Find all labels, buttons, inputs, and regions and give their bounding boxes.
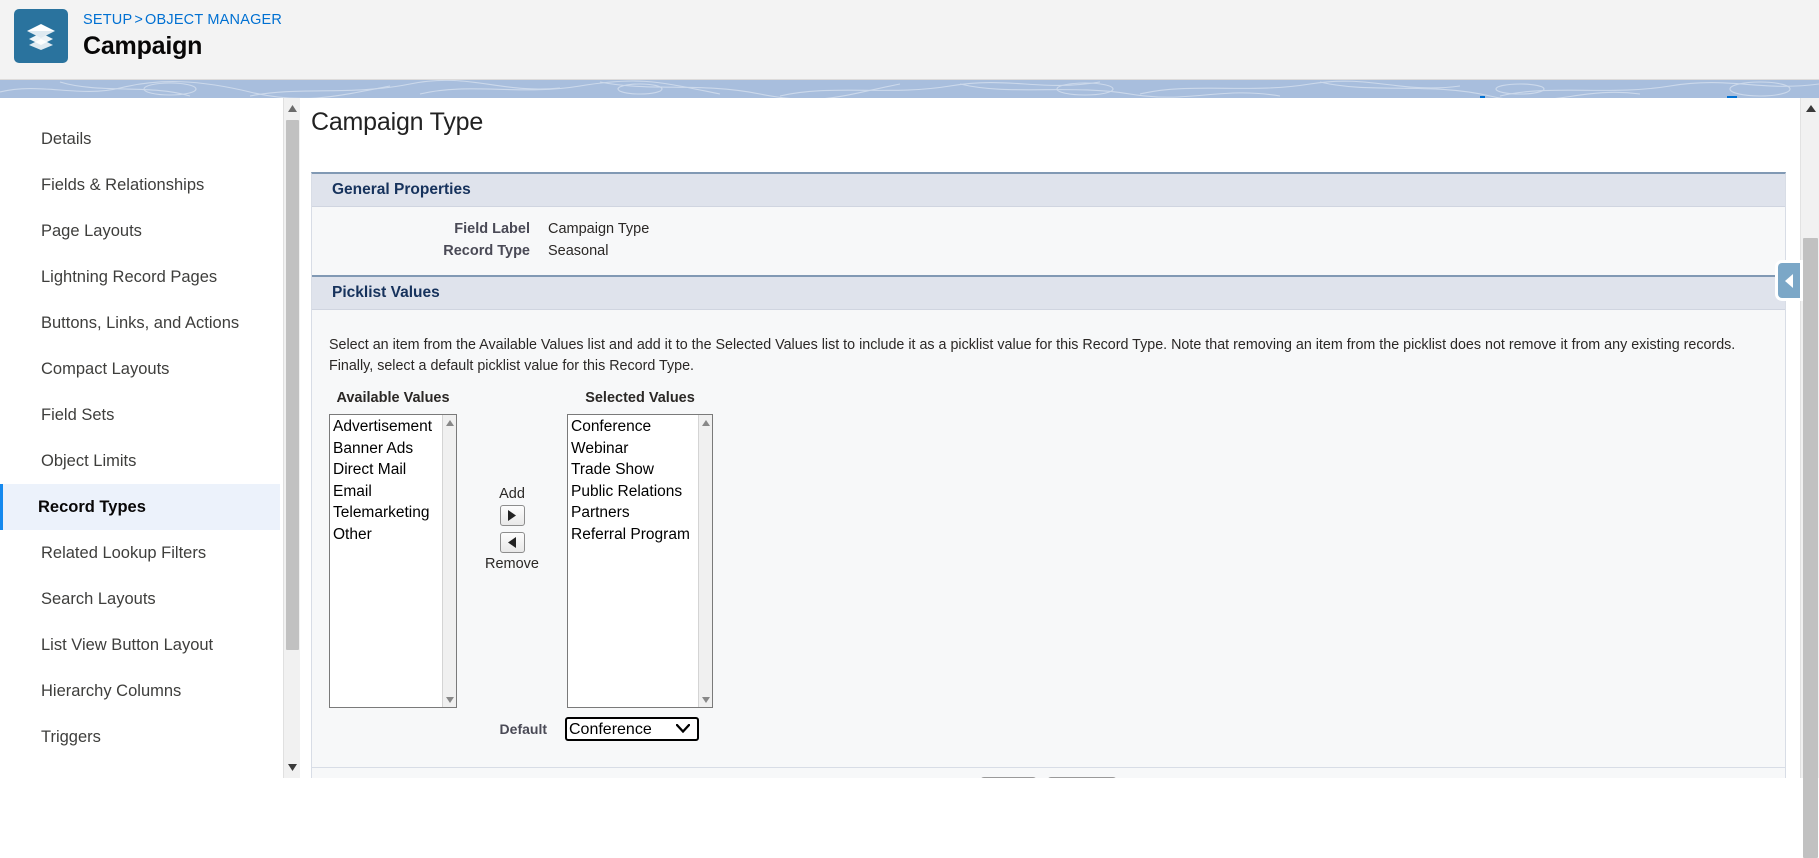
list-item[interactable]: Advertisement (332, 416, 456, 438)
list-item[interactable]: Other (332, 524, 456, 546)
list-item[interactable]: Direct Mail (332, 459, 456, 481)
object-manager-sidebar: Details Fields & Relationships Page Layo… (0, 98, 280, 778)
sidebar-item-buttons-links-and-actions[interactable]: Buttons, Links, and Actions (0, 300, 280, 346)
scrollbar-thumb[interactable] (286, 120, 299, 650)
remove-label: Remove (485, 556, 539, 573)
page-scrollbar[interactable] (1800, 98, 1819, 858)
sidebar-item-page-layouts[interactable]: Page Layouts (0, 208, 280, 254)
sidebar-item-fields-and-relationships[interactable]: Fields & Relationships (0, 162, 280, 208)
sidebar-item-label: Details (41, 129, 92, 148)
default-value-row: Default Conference Webinar Trade Show Pu… (312, 717, 1785, 742)
available-values-column: Available Values Advertisement Banner Ad… (329, 390, 457, 709)
arrow-left-icon (508, 537, 516, 549)
add-label: Add (499, 486, 525, 503)
sidebar-item-label: List View Button Layout (41, 635, 214, 654)
selected-values-options: Conference Webinar Trade Show Public Rel… (568, 415, 712, 545)
transfer-buttons: Add Remove (457, 390, 567, 572)
sidebar-item-label: Record Types (38, 497, 146, 516)
property-row: Field Label Campaign Type (312, 218, 1785, 240)
card-footer: Save Cancel (312, 767, 1785, 778)
sidebar-item-triggers[interactable]: Triggers (0, 714, 280, 760)
sidebar-item-compact-layouts[interactable]: Compact Layouts (0, 346, 280, 392)
remove-button[interactable] (499, 532, 525, 554)
property-row: Record Type Seasonal (312, 240, 1785, 262)
scroll-up-arrow-icon[interactable] (284, 100, 301, 117)
picklist-values-heading: Picklist Values (312, 275, 1785, 310)
default-label: Default (499, 721, 547, 738)
scroll-up-arrow-icon[interactable] (699, 416, 712, 429)
sidebar-item-label: Compact Layouts (41, 359, 170, 378)
section-title: Campaign Type (311, 108, 484, 136)
record-type-value: Seasonal (548, 243, 609, 259)
sidebar-item-label: Triggers (41, 727, 101, 746)
sidebar-item-search-layouts[interactable]: Search Layouts (0, 576, 280, 622)
scroll-up-arrow-icon[interactable] (1801, 100, 1819, 117)
general-properties-body: Field Label Campaign Type Record Type Se… (312, 207, 1785, 275)
breadcrumb-separator: > (134, 11, 144, 28)
picklist-values-body: Select an item from the Available Values… (312, 310, 1785, 755)
scroll-down-arrow-icon[interactable] (699, 693, 712, 706)
main-content: Campaign Type General Properties Field L… (300, 98, 1800, 778)
breadcrumb: SETUP > OBJECT MANAGER (83, 11, 282, 28)
sidebar-item-lightning-record-pages[interactable]: Lightning Record Pages (0, 254, 280, 300)
default-value-select[interactable]: Conference Webinar Trade Show Public Rel… (565, 717, 699, 742)
sidebar-item-label: Field Sets (41, 405, 115, 424)
scroll-down-arrow-icon[interactable] (443, 693, 456, 706)
scrollbar-thumb[interactable] (1803, 238, 1818, 858)
decorative-banner (0, 80, 1819, 98)
scroll-up-arrow-icon[interactable] (443, 416, 456, 429)
list-item[interactable]: Referral Program (570, 524, 712, 546)
breadcrumb-object-manager-link[interactable]: OBJECT MANAGER (145, 12, 282, 28)
list-item[interactable]: Public Relations (570, 481, 712, 503)
list-item[interactable]: Partners (570, 502, 712, 524)
picklist-instructions: Select an item from the Available Values… (329, 337, 1736, 374)
sidebar-item-label: Fields & Relationships (41, 175, 205, 194)
sidebar-item-label: Related Lookup Filters (41, 543, 207, 562)
list-item[interactable]: Webinar (570, 438, 712, 460)
sidebar-item-details[interactable]: Details (0, 116, 280, 162)
available-values-scrollbar[interactable] (442, 415, 456, 708)
sidebar-item-label: Lightning Record Pages (41, 267, 218, 286)
content-frame-scrollbar[interactable] (283, 98, 300, 778)
selected-values-listbox[interactable]: Conference Webinar Trade Show Public Rel… (567, 414, 713, 709)
field-label-label: Field Label (454, 221, 530, 237)
arrow-right-icon (508, 510, 516, 522)
dueling-picklist: Available Values Advertisement Banner Ad… (312, 390, 1785, 709)
list-item[interactable]: Email (332, 481, 456, 503)
sidebar-item-field-sets[interactable]: Field Sets (0, 392, 280, 438)
list-item[interactable]: Trade Show (570, 459, 712, 481)
sidebar-item-record-types[interactable]: Record Types (0, 484, 280, 530)
selected-values-label: Selected Values (585, 390, 695, 407)
available-values-listbox[interactable]: Advertisement Banner Ads Direct Mail Ema… (329, 414, 457, 709)
available-values-label: Available Values (336, 390, 450, 407)
list-item[interactable]: Telemarketing (332, 502, 456, 524)
sidebar-item-label: Buttons, Links, and Actions (41, 313, 240, 332)
available-values-options: Advertisement Banner Ads Direct Mail Ema… (330, 415, 456, 545)
list-item[interactable]: Banner Ads (332, 438, 456, 460)
sidebar-item-hierarchy-columns[interactable]: Hierarchy Columns (0, 668, 280, 714)
selected-values-scrollbar[interactable] (698, 415, 712, 708)
sidebar-item-list-view-button-layout[interactable]: List View Button Layout (0, 622, 280, 668)
record-type-label: Record Type (443, 243, 530, 259)
sidebar-item-label: Object Limits (41, 451, 137, 470)
layers-stack-icon (14, 9, 68, 63)
scroll-down-arrow-icon[interactable] (284, 759, 301, 776)
chevron-left-icon (1784, 273, 1793, 288)
add-button[interactable] (499, 505, 525, 527)
sidebar-item-object-limits[interactable]: Object Limits (0, 438, 280, 484)
list-item[interactable]: Conference (570, 416, 712, 438)
sidebar-item-related-lookup-filters[interactable]: Related Lookup Filters (0, 530, 280, 576)
sidebar-item-label: Hierarchy Columns (41, 681, 182, 700)
record-type-picklist-card: General Properties Field Label Campaign … (311, 172, 1786, 778)
general-properties-heading: General Properties (312, 174, 1785, 207)
breadcrumb-setup-link[interactable]: SETUP (83, 12, 132, 28)
selected-values-column: Selected Values Conference Webinar Trade… (567, 390, 713, 709)
page-title: Campaign (83, 31, 203, 60)
field-label-value: Campaign Type (548, 221, 650, 237)
sidebar-item-label: Search Layouts (41, 589, 156, 608)
app-header: SETUP > OBJECT MANAGER Campaign (0, 0, 1819, 80)
sidebar-item-label: Page Layouts (41, 221, 142, 240)
collapse-panel-toggle[interactable] (1778, 263, 1800, 298)
